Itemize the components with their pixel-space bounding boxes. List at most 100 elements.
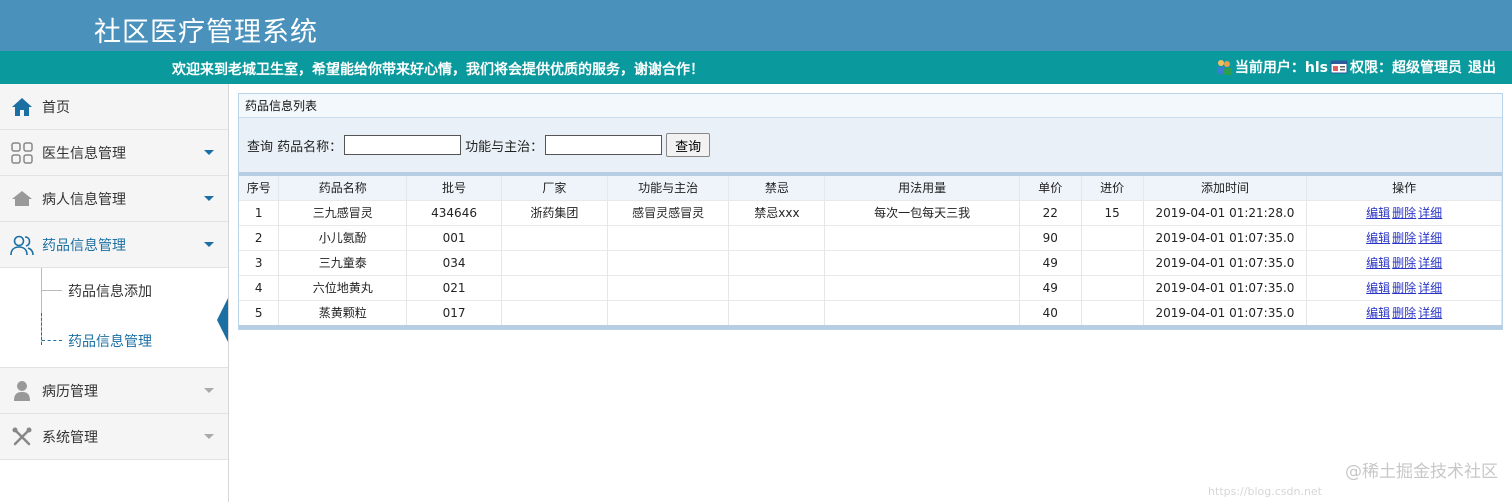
current-user: 当前用户：hls bbox=[1234, 60, 1328, 76]
column-header: 进价 bbox=[1081, 176, 1144, 200]
sidebar-item-patients[interactable]: 病人信息管理 bbox=[0, 176, 228, 222]
delete-link[interactable]: 删除 bbox=[1392, 206, 1416, 220]
delete-link[interactable]: 删除 bbox=[1392, 281, 1416, 295]
detail-link[interactable]: 详细 bbox=[1418, 231, 1442, 245]
actions-cell: 编辑 删除 详细 bbox=[1306, 299, 1502, 325]
table-cell bbox=[1081, 224, 1144, 250]
watermark-url: https://blog.csdn.net bbox=[1208, 485, 1322, 498]
table-cell bbox=[607, 299, 730, 325]
table-cell: 49 bbox=[1019, 249, 1082, 275]
edit-link[interactable]: 编辑 bbox=[1366, 306, 1390, 320]
logout-link[interactable]: 退出 bbox=[1468, 57, 1496, 77]
delete-link[interactable]: 删除 bbox=[1392, 231, 1416, 245]
edit-link[interactable]: 编辑 bbox=[1366, 231, 1390, 245]
home-icon bbox=[10, 95, 34, 119]
table-cell: 2019-04-01 01:07:35.0 bbox=[1143, 274, 1308, 300]
table-cell bbox=[824, 299, 1020, 325]
query-button[interactable]: 查询 bbox=[666, 133, 711, 157]
table-cell bbox=[1081, 249, 1144, 275]
submenu-item-add-drug[interactable]: 药品信息添加 bbox=[0, 268, 228, 313]
table-cell: 434646 bbox=[406, 199, 502, 225]
app-title: 社区医疗管理系统 bbox=[94, 17, 318, 48]
submenu-item-manage-drug[interactable]: 药品信息管理 bbox=[0, 313, 228, 368]
table-cell: 三九感冒灵 bbox=[278, 199, 408, 225]
edit-link[interactable]: 编辑 bbox=[1366, 206, 1390, 220]
table-cell: 3 bbox=[239, 249, 280, 275]
drug-table: 序号 药品名称 批号 厂家 功能与主治 禁忌 用法用量 单价 进价 添加时间 操… bbox=[239, 176, 1502, 325]
table-cell bbox=[1081, 274, 1144, 300]
sidebar: 首页 医生信息管理 病人信息管理 药品信息管理 药品信息添加 药品信息管理 病历… bbox=[0, 84, 229, 502]
table-cell bbox=[824, 249, 1020, 275]
sidebar-item-label: 病人信息管理 bbox=[42, 191, 126, 208]
sidebar-item-home[interactable]: 首页 bbox=[0, 84, 228, 130]
info-bar: 欢迎来到老城卫生室，希望能给你带来好心情，我们将会提供优质的服务，谢谢合作！ 当… bbox=[0, 51, 1512, 84]
delete-link[interactable]: 删除 bbox=[1392, 256, 1416, 270]
id-card-icon bbox=[1330, 60, 1348, 74]
table-cell bbox=[501, 224, 608, 250]
sidebar-item-label: 系统管理 bbox=[42, 429, 98, 446]
table-cell: 2019-04-01 01:07:35.0 bbox=[1143, 224, 1308, 250]
detail-link[interactable]: 详细 bbox=[1418, 256, 1442, 270]
column-header: 单价 bbox=[1019, 176, 1082, 200]
column-header: 禁忌 bbox=[728, 176, 826, 200]
detail-link[interactable]: 详细 bbox=[1418, 281, 1442, 295]
table-cell: 49 bbox=[1019, 274, 1082, 300]
table-cell bbox=[501, 249, 608, 275]
table-cell: 三九童泰 bbox=[278, 249, 408, 275]
sidebar-item-system[interactable]: 系统管理 bbox=[0, 414, 228, 460]
tools-icon bbox=[10, 425, 34, 449]
delete-link[interactable]: 删除 bbox=[1392, 306, 1416, 320]
table-row: 5 蒸黄颗粒 017 40 2019-04-01 01:07:35.0 编辑 删除… bbox=[239, 299, 1502, 325]
table-bottom-border bbox=[239, 325, 1502, 329]
drug-submenu: 药品信息添加 药品信息管理 bbox=[0, 268, 228, 368]
table-cell: 15 bbox=[1081, 199, 1144, 225]
column-header: 用法用量 bbox=[824, 176, 1020, 200]
table-cell: 禁忌xxx bbox=[728, 199, 826, 225]
table-cell bbox=[501, 274, 608, 300]
search-name-label: 查询 药品名称： bbox=[247, 139, 343, 155]
drug-name-input[interactable] bbox=[344, 135, 462, 155]
function-label: 功能与主治： bbox=[465, 139, 544, 155]
sidebar-item-label: 药品信息管理 bbox=[42, 237, 126, 254]
detail-link[interactable]: 详细 bbox=[1418, 306, 1442, 320]
table-cell: 2019-04-01 01:07:35.0 bbox=[1143, 249, 1308, 275]
search-bar: 查询 药品名称： 功能与主治： 查询 bbox=[239, 118, 1502, 176]
detail-link[interactable]: 详细 bbox=[1418, 206, 1442, 220]
table-cell bbox=[607, 274, 730, 300]
table-cell: 2019-04-01 01:21:28.0 bbox=[1143, 199, 1308, 225]
users-icon bbox=[1216, 60, 1232, 75]
table-cell bbox=[824, 224, 1020, 250]
table-row: 1 三九感冒灵 434646 浙药集团 感冒灵感冒灵 禁忌xxx 每次一包每天三… bbox=[239, 199, 1502, 225]
table-cell: 2 bbox=[239, 224, 280, 250]
user-info: 当前用户：hls 权限：超级管理员 退出 bbox=[1215, 57, 1496, 77]
drug-list-panel: 药品信息列表 查询 药品名称： 功能与主治： 查询 序号 药品名称 批号 厂家 … bbox=[238, 93, 1503, 330]
column-header: 序号 bbox=[239, 176, 280, 200]
house-icon bbox=[10, 187, 34, 211]
table-cell bbox=[728, 249, 826, 275]
table-cell: 034 bbox=[406, 249, 502, 275]
edit-link[interactable]: 编辑 bbox=[1366, 281, 1390, 295]
table-cell: 017 bbox=[406, 299, 502, 325]
sidebar-item-label: 医生信息管理 bbox=[42, 145, 126, 162]
users-outline-icon bbox=[10, 233, 34, 257]
table-cell: 5 bbox=[239, 299, 280, 325]
actions-cell: 编辑 删除 详细 bbox=[1306, 224, 1502, 250]
actions-cell: 编辑 删除 详细 bbox=[1306, 274, 1502, 300]
chevron-down-icon bbox=[204, 388, 214, 393]
panel-title: 药品信息列表 bbox=[239, 94, 1502, 118]
table-row: 3 三九童泰 034 49 2019-04-01 01:07:35.0 编辑 删除… bbox=[239, 249, 1502, 275]
actions-cell: 编辑 删除 详细 bbox=[1306, 199, 1502, 225]
sidebar-item-label: 病历管理 bbox=[42, 383, 98, 400]
table-cell bbox=[1081, 299, 1144, 325]
column-header: 功能与主治 bbox=[607, 176, 730, 200]
chevron-down-icon bbox=[204, 434, 214, 439]
sidebar-item-records[interactable]: 病历管理 bbox=[0, 368, 228, 414]
table-cell bbox=[728, 274, 826, 300]
chevron-down-icon bbox=[204, 242, 214, 247]
table-cell bbox=[824, 274, 1020, 300]
table-cell bbox=[728, 299, 826, 325]
function-input[interactable] bbox=[545, 135, 663, 155]
edit-link[interactable]: 编辑 bbox=[1366, 256, 1390, 270]
sidebar-item-drugs[interactable]: 药品信息管理 bbox=[0, 222, 228, 268]
sidebar-item-doctors[interactable]: 医生信息管理 bbox=[0, 130, 228, 176]
